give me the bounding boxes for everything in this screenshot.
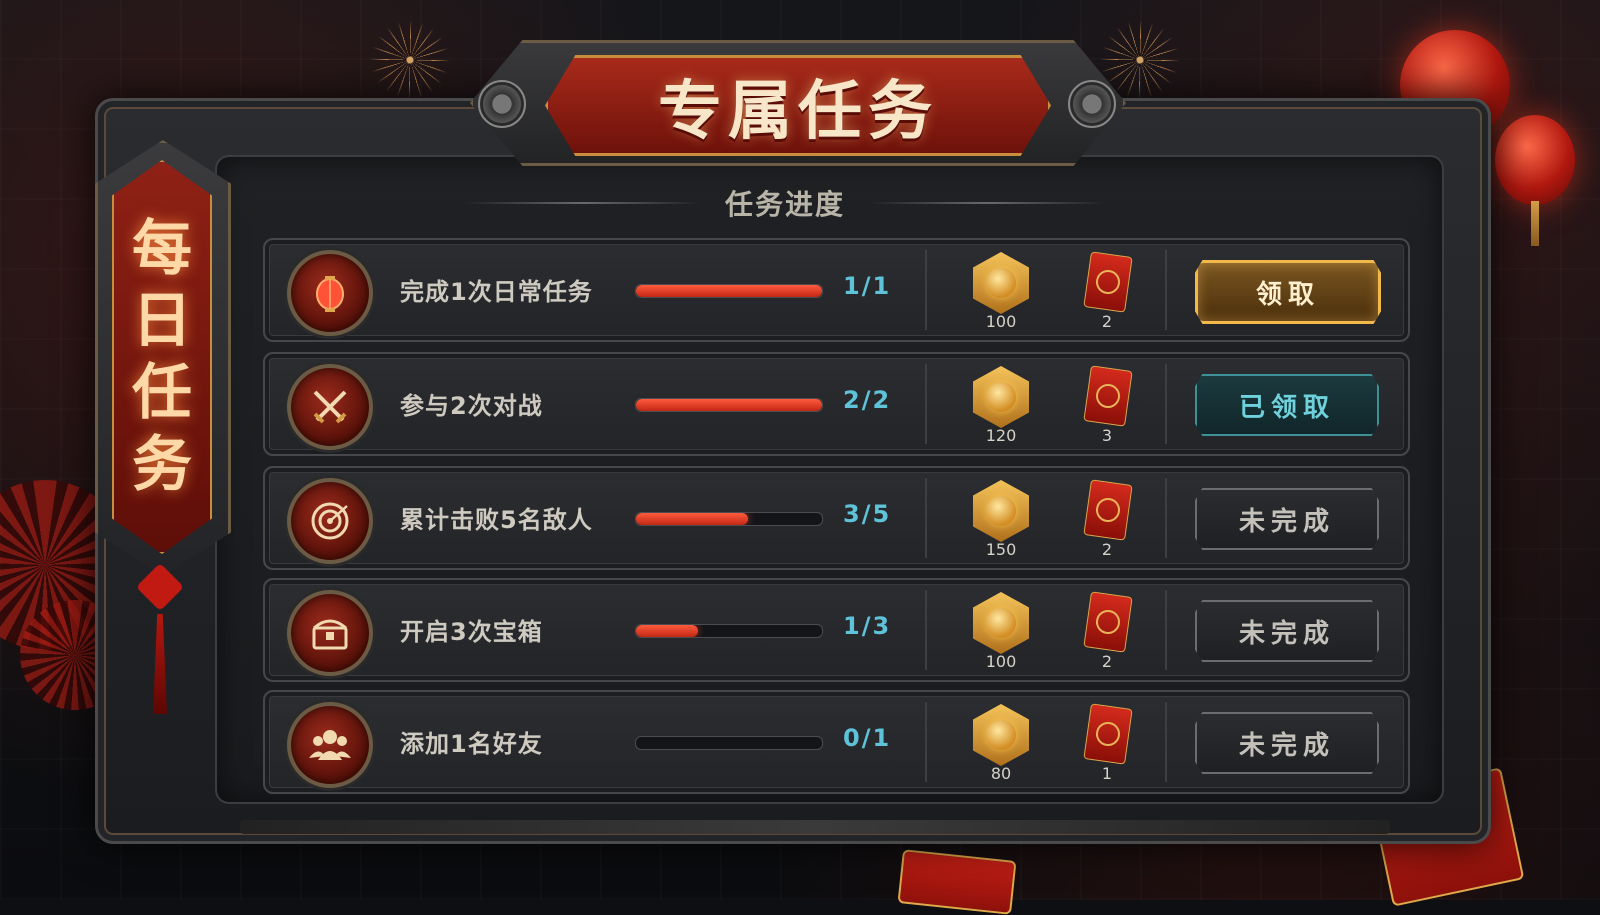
task-name: 开启3次宝箱: [400, 618, 543, 646]
crossed-swords-icon: [287, 364, 373, 450]
red-packet-icon: [1083, 251, 1133, 313]
red-packet-icon: [1083, 591, 1133, 653]
progress-bar: [635, 624, 823, 638]
incomplete-button[interactable]: 未完成: [1195, 488, 1379, 550]
chinese-knot-tassel: [135, 562, 185, 720]
red-packet-icon: [1083, 365, 1133, 427]
coin-reward-amount: 100: [985, 312, 1017, 331]
progress-bar: [635, 512, 823, 526]
task-name: 参与2次对战: [400, 392, 543, 420]
divider: [925, 478, 927, 558]
divider: [1165, 702, 1167, 782]
red-packet-icon: [1083, 703, 1133, 765]
progress-bar: [635, 398, 823, 412]
progress-text: 3/5: [843, 500, 892, 528]
task-row: 添加1名好友 0/1 80 1 未完成: [263, 690, 1410, 794]
packet-reward-amount: 2: [1101, 652, 1113, 671]
red-packet-decoration: [897, 849, 1017, 915]
coin-reward-amount: 120: [985, 426, 1017, 445]
bottom-trim: [240, 820, 1390, 834]
side-banner-char: 任: [132, 358, 192, 428]
packet-reward-amount: 3: [1101, 426, 1113, 445]
task-row: 累计击败5名敌人 3/5 150 2 未完成: [263, 466, 1410, 570]
progress-text: 2/2: [843, 386, 892, 414]
gold-coin-icon: [973, 480, 1029, 542]
divider: [1165, 250, 1167, 330]
packet-reward-amount: 2: [1101, 540, 1113, 559]
divider: [925, 364, 927, 444]
progress-text: 1/1: [843, 272, 892, 300]
task-row: 参与2次对战 2/2 120 3 已领取: [263, 352, 1410, 456]
task-name: 累计击败5名敌人: [400, 506, 593, 534]
task-name: 添加1名好友: [400, 730, 543, 758]
side-banner-char: 日: [132, 286, 192, 356]
divider: [1165, 364, 1167, 444]
coin-reward-amount: 100: [985, 652, 1017, 671]
progress-bar: [635, 284, 823, 298]
firework-decoration: [370, 20, 450, 100]
task-row: 开启3次宝箱 1/3 100 2 未完成: [263, 578, 1410, 682]
incomplete-button[interactable]: 未完成: [1195, 600, 1379, 662]
subtitle-bar: 任务进度: [465, 185, 1106, 221]
gold-coin-icon: [973, 592, 1029, 654]
red-packet-icon: [1083, 479, 1133, 541]
daily-tasks-banner: 每 日 任 务: [112, 160, 212, 554]
progress-fill: [636, 399, 822, 411]
treasure-chest-icon: [287, 590, 373, 676]
divider: [925, 250, 927, 330]
side-banner-char: 每: [132, 214, 192, 284]
packet-reward-amount: 1: [1101, 764, 1113, 783]
task-row: 完成1次日常任务 1/1 100 2 领取: [263, 238, 1410, 342]
target-icon: [287, 478, 373, 564]
progress-fill: [636, 513, 748, 525]
coin-reward-amount: 80: [990, 764, 1012, 783]
page-title: 专属任务: [658, 73, 938, 149]
claimed-button[interactable]: 已领取: [1195, 374, 1379, 436]
lantern-icon: [287, 250, 373, 336]
progress-fill: [636, 285, 822, 297]
title-banner: 专属任务: [545, 55, 1051, 156]
gear-icon: [1068, 80, 1116, 128]
gold-coin-icon: [973, 704, 1029, 766]
progress-text: 0/1: [843, 724, 892, 752]
packet-reward-amount: 2: [1101, 312, 1113, 331]
claim-button[interactable]: 领取: [1195, 260, 1381, 324]
task-name: 完成1次日常任务: [400, 278, 593, 306]
subtitle: 任务进度: [725, 188, 846, 221]
divider: [1165, 478, 1167, 558]
gear-icon: [478, 80, 526, 128]
progress-bar: [635, 736, 823, 750]
gold-coin-icon: [973, 252, 1029, 314]
gold-coin-icon: [973, 366, 1029, 428]
incomplete-button[interactable]: 未完成: [1195, 712, 1379, 774]
friends-icon: [287, 702, 373, 788]
divider: [1165, 590, 1167, 670]
divider: [925, 702, 927, 782]
divider: [465, 202, 701, 204]
divider: [869, 202, 1106, 204]
side-banner-char: 务: [132, 430, 192, 500]
divider: [925, 590, 927, 670]
lantern-decoration: [1495, 115, 1575, 246]
progress-text: 1/3: [843, 612, 892, 640]
progress-fill: [636, 625, 698, 637]
coin-reward-amount: 150: [985, 540, 1017, 559]
